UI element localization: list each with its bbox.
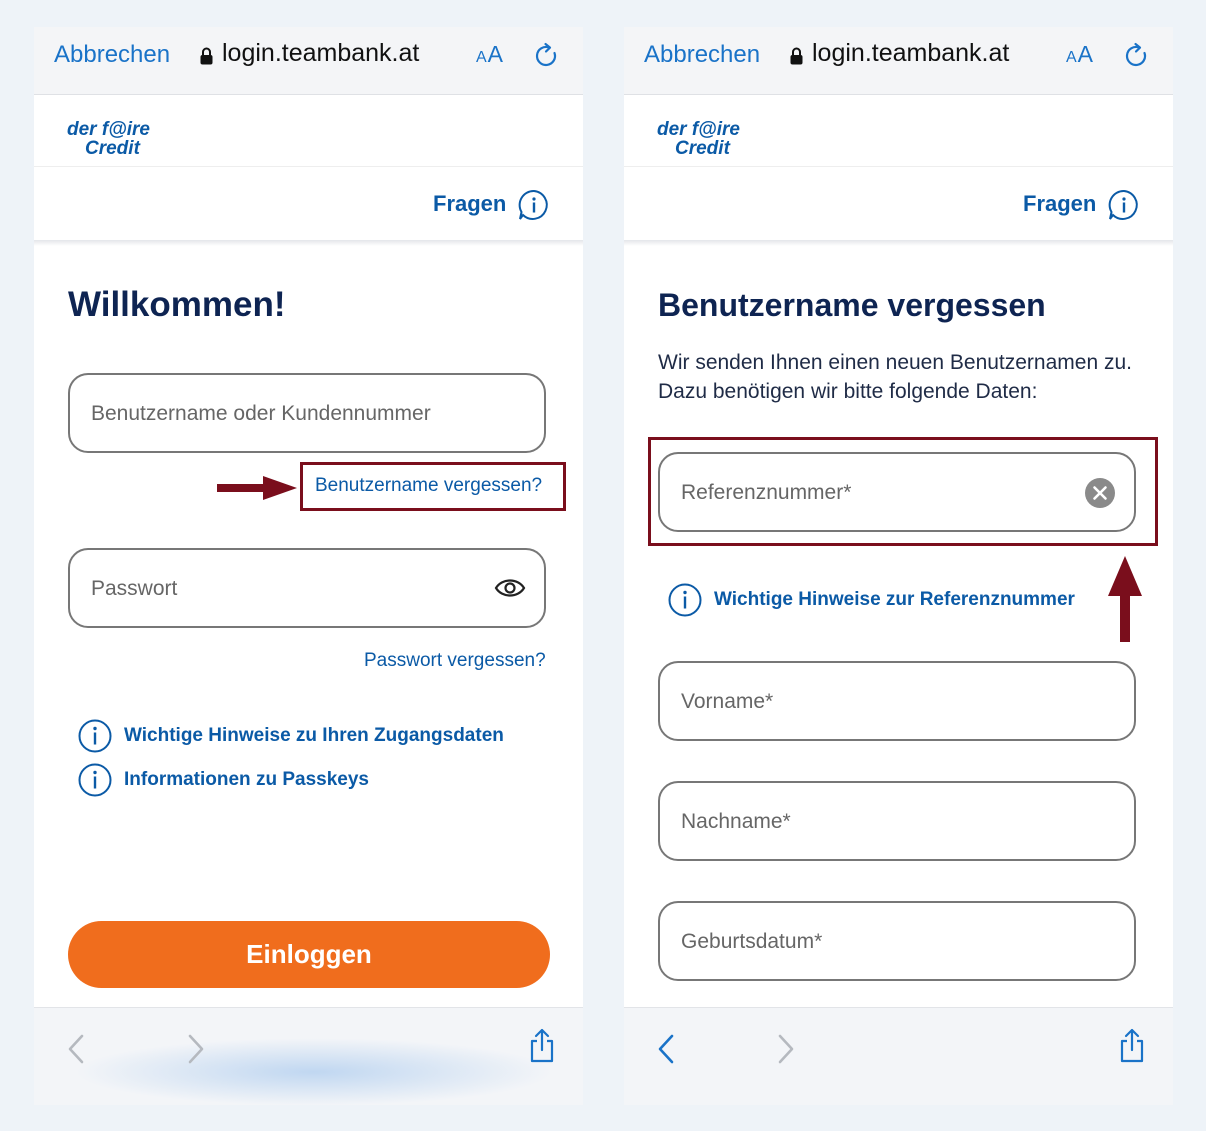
share-icon[interactable] bbox=[527, 1028, 557, 1064]
cancel-button[interactable]: Abbrechen bbox=[54, 41, 170, 69]
password-input[interactable]: Passwort bbox=[68, 548, 546, 628]
login-button[interactable]: Einloggen bbox=[68, 921, 550, 988]
page-title: Benutzername vergessen bbox=[658, 287, 1046, 323]
back-arrow-icon[interactable] bbox=[64, 1032, 90, 1066]
text-size-icon[interactable]: AA bbox=[476, 41, 504, 68]
brand-logo: der f@ire Credit bbox=[657, 119, 740, 159]
birthdate-input[interactable]: Geburtsdatum* bbox=[658, 901, 1136, 981]
password-placeholder: Passwort bbox=[91, 577, 178, 600]
back-arrow-icon[interactable] bbox=[654, 1032, 680, 1066]
brand-logo: der f@ire Credit bbox=[67, 119, 150, 159]
url-text[interactable]: login.teambank.at bbox=[812, 39, 1009, 68]
username-placeholder: Benutzername oder Kundennummer bbox=[91, 402, 431, 425]
url-text[interactable]: login.teambank.at bbox=[222, 39, 419, 68]
toolbar-backdrop bbox=[74, 1038, 554, 1105]
info-link-label: Informationen zu Passkeys bbox=[124, 769, 369, 790]
reload-icon[interactable] bbox=[1124, 42, 1150, 70]
firstname-input[interactable]: Vorname* bbox=[658, 661, 1136, 741]
info-icon bbox=[78, 763, 112, 797]
header-divider bbox=[624, 166, 1173, 167]
help-info-icon[interactable] bbox=[517, 188, 551, 222]
svg-text:Credit: Credit bbox=[675, 138, 731, 159]
lastname-input[interactable]: Nachname* bbox=[658, 781, 1136, 861]
nav-divider bbox=[34, 240, 583, 246]
help-link[interactable]: Fragen bbox=[1023, 191, 1096, 217]
login-screen: Abbrechen login.teambank.at AA der f@ire… bbox=[34, 27, 583, 1105]
info-link-label: Wichtige Hinweise zu Ihren Zugangsdaten bbox=[124, 725, 504, 746]
browser-toolbar bbox=[624, 1007, 1173, 1105]
svg-text:der f@ire: der f@ire bbox=[67, 119, 150, 140]
svg-text:Credit: Credit bbox=[85, 138, 141, 159]
info-icon bbox=[668, 583, 702, 617]
annotation-arrow-icon bbox=[217, 476, 297, 500]
svg-text:der f@ire: der f@ire bbox=[657, 119, 740, 140]
browser-address-bar: Abbrechen login.teambank.at AA bbox=[34, 27, 583, 95]
forward-arrow-icon[interactable] bbox=[182, 1032, 208, 1066]
username-input[interactable]: Benutzername oder Kundennummer bbox=[68, 373, 546, 453]
info-link-label: Wichtige Hinweise zur Referenznummer bbox=[714, 589, 1075, 610]
lock-icon bbox=[790, 47, 803, 65]
share-icon[interactable] bbox=[1117, 1028, 1147, 1064]
browser-address-bar: Abbrechen login.teambank.at AA bbox=[624, 27, 1173, 95]
browser-toolbar bbox=[34, 1007, 583, 1105]
lock-icon bbox=[200, 47, 213, 65]
forgot-username-link[interactable]: Benutzername vergessen? bbox=[315, 475, 542, 497]
info-icon bbox=[78, 719, 112, 753]
lastname-placeholder: Nachname* bbox=[681, 810, 791, 833]
eye-icon[interactable] bbox=[494, 572, 526, 604]
help-info-icon[interactable] bbox=[1107, 188, 1141, 222]
annotation-arrow-icon bbox=[1108, 556, 1142, 642]
text-size-icon[interactable]: AA bbox=[1066, 41, 1094, 68]
reference-placeholder: Referenznummer* bbox=[681, 481, 852, 504]
cancel-button[interactable]: Abbrechen bbox=[644, 41, 760, 69]
birthdate-placeholder: Geburtsdatum* bbox=[681, 930, 823, 953]
clear-icon[interactable] bbox=[1084, 477, 1116, 509]
header-divider bbox=[34, 166, 583, 167]
page-description: Wir senden Ihnen einen neuen Benutzernam… bbox=[658, 351, 1132, 403]
nav-divider bbox=[624, 240, 1173, 246]
forgot-username-screen: Abbrechen login.teambank.at AA der f@ire… bbox=[624, 27, 1173, 1105]
help-link[interactable]: Fragen bbox=[433, 191, 506, 217]
forgot-password-link[interactable]: Passwort vergessen? bbox=[364, 650, 546, 672]
reload-icon[interactable] bbox=[534, 42, 560, 70]
firstname-placeholder: Vorname* bbox=[681, 690, 774, 713]
page-title: Willkommen! bbox=[68, 285, 286, 324]
reference-number-input[interactable]: Referenznummer* bbox=[658, 452, 1136, 532]
forward-arrow-icon[interactable] bbox=[772, 1032, 798, 1066]
